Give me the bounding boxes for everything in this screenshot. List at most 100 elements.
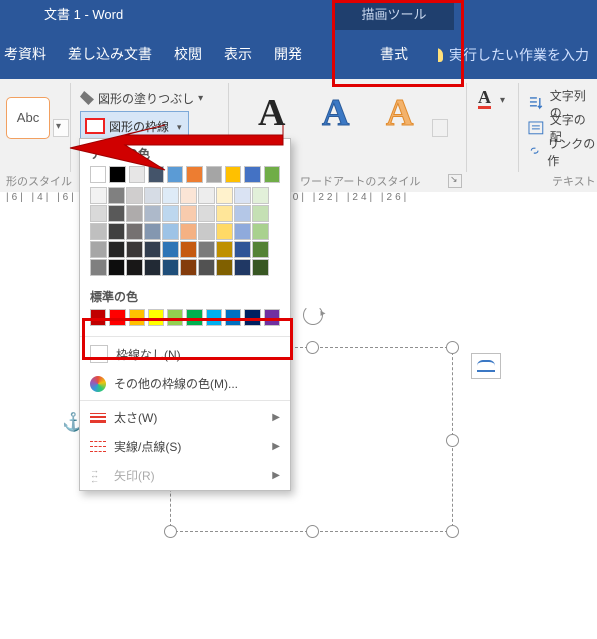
color-swatch[interactable] xyxy=(90,241,107,258)
color-swatch[interactable] xyxy=(144,187,161,204)
color-swatch[interactable] xyxy=(180,205,197,222)
wordart-style-2[interactable]: A xyxy=(322,91,349,135)
color-swatch[interactable] xyxy=(225,309,241,326)
color-swatch[interactable] xyxy=(108,187,125,204)
resize-handle-tm[interactable] xyxy=(306,341,319,354)
color-swatch[interactable] xyxy=(180,187,197,204)
shape-style-preset[interactable]: Abc xyxy=(6,97,50,139)
color-swatch[interactable] xyxy=(234,223,251,240)
color-swatch[interactable] xyxy=(144,223,161,240)
wordart-expand[interactable] xyxy=(432,119,448,137)
color-swatch[interactable] xyxy=(252,259,269,276)
tab-format[interactable]: 書式 xyxy=(350,30,438,79)
wordart-style-3[interactable]: A xyxy=(386,91,413,135)
color-swatch[interactable] xyxy=(109,309,125,326)
text-fill-chevron-icon[interactable]: ▾ xyxy=(500,95,505,106)
color-swatch[interactable] xyxy=(186,309,202,326)
layout-options-button[interactable] xyxy=(471,353,501,379)
color-swatch[interactable] xyxy=(108,241,125,258)
color-swatch[interactable] xyxy=(144,259,161,276)
color-swatch[interactable] xyxy=(162,205,179,222)
text-fill-button[interactable]: A xyxy=(478,87,491,109)
color-swatch[interactable] xyxy=(252,187,269,204)
color-swatch[interactable] xyxy=(126,241,143,258)
color-swatch[interactable] xyxy=(90,223,107,240)
color-swatch[interactable] xyxy=(216,241,233,258)
resize-handle-br[interactable] xyxy=(446,525,459,538)
color-swatch[interactable] xyxy=(198,259,215,276)
shape-fill-button[interactable]: 図形の塗りつぶし▾ xyxy=(80,87,203,109)
color-swatch[interactable] xyxy=(148,166,164,183)
color-swatch[interactable] xyxy=(180,223,197,240)
color-swatch[interactable] xyxy=(144,205,161,222)
tab-view[interactable]: 表示 xyxy=(224,30,252,79)
color-swatch[interactable] xyxy=(108,205,125,222)
color-swatch[interactable] xyxy=(198,223,215,240)
color-swatch[interactable] xyxy=(180,241,197,258)
color-swatch[interactable] xyxy=(126,205,143,222)
resize-handle-bm[interactable] xyxy=(306,525,319,538)
color-swatch[interactable] xyxy=(126,187,143,204)
color-swatch[interactable] xyxy=(264,309,280,326)
color-swatch[interactable] xyxy=(216,223,233,240)
color-swatch[interactable] xyxy=(126,259,143,276)
color-swatch[interactable] xyxy=(234,259,251,276)
color-swatch[interactable] xyxy=(252,205,269,222)
color-swatch[interactable] xyxy=(108,223,125,240)
color-swatch[interactable] xyxy=(90,166,106,183)
color-swatch[interactable] xyxy=(180,259,197,276)
more-outline-colors-item[interactable]: その他の枠線の色(M)... xyxy=(80,369,290,398)
color-swatch[interactable] xyxy=(206,309,222,326)
color-swatch[interactable] xyxy=(167,166,183,183)
shape-style-expand[interactable] xyxy=(53,119,69,137)
color-swatch[interactable] xyxy=(244,166,260,183)
color-swatch[interactable] xyxy=(129,309,145,326)
outline-dashes-item[interactable]: 実線/点線(S) xyxy=(80,432,290,461)
color-swatch[interactable] xyxy=(90,187,107,204)
color-swatch[interactable] xyxy=(108,259,125,276)
color-swatch[interactable] xyxy=(198,241,215,258)
color-swatch[interactable] xyxy=(216,187,233,204)
color-swatch[interactable] xyxy=(225,166,241,183)
color-swatch[interactable] xyxy=(252,241,269,258)
color-swatch[interactable] xyxy=(148,309,164,326)
color-swatch[interactable] xyxy=(126,223,143,240)
color-swatch[interactable] xyxy=(186,166,202,183)
color-swatch[interactable] xyxy=(90,205,107,222)
color-swatch[interactable] xyxy=(90,309,106,326)
color-swatch[interactable] xyxy=(216,259,233,276)
color-swatch[interactable] xyxy=(264,166,280,183)
color-swatch[interactable] xyxy=(167,309,183,326)
tab-developer[interactable]: 開発 xyxy=(274,30,302,79)
outline-weight-item[interactable]: 太さ(W) xyxy=(80,403,290,432)
resize-handle-tr[interactable] xyxy=(446,341,459,354)
tab-references[interactable]: 考資料 xyxy=(4,30,46,79)
color-swatch[interactable] xyxy=(162,223,179,240)
color-swatch[interactable] xyxy=(90,259,107,276)
create-link-button[interactable]: リンクの作 xyxy=(528,135,597,169)
color-swatch[interactable] xyxy=(234,205,251,222)
color-swatch[interactable] xyxy=(129,166,145,183)
color-swatch[interactable] xyxy=(109,166,125,183)
wordart-style-1[interactable]: A xyxy=(258,91,285,135)
color-swatch[interactable] xyxy=(234,187,251,204)
color-swatch[interactable] xyxy=(198,205,215,222)
shape-outline-button[interactable]: 図形の枠線 xyxy=(80,111,189,141)
tab-review[interactable]: 校閲 xyxy=(174,30,202,79)
color-swatch[interactable] xyxy=(206,166,222,183)
color-swatch[interactable] xyxy=(162,259,179,276)
resize-handle-bl[interactable] xyxy=(164,525,177,538)
color-swatch[interactable] xyxy=(162,187,179,204)
wordart-dialog-launcher[interactable] xyxy=(448,174,462,188)
resize-handle-mr[interactable] xyxy=(446,434,459,447)
color-swatch[interactable] xyxy=(216,205,233,222)
no-outline-item[interactable]: 枠線なし(N) xyxy=(80,339,290,369)
color-swatch[interactable] xyxy=(244,309,260,326)
color-swatch[interactable] xyxy=(162,241,179,258)
color-swatch[interactable] xyxy=(234,241,251,258)
rotate-handle[interactable] xyxy=(303,305,323,325)
tab-mailings[interactable]: 差し込み文書 xyxy=(68,30,152,79)
color-swatch[interactable] xyxy=(144,241,161,258)
color-swatch[interactable] xyxy=(252,223,269,240)
color-swatch[interactable] xyxy=(198,187,215,204)
